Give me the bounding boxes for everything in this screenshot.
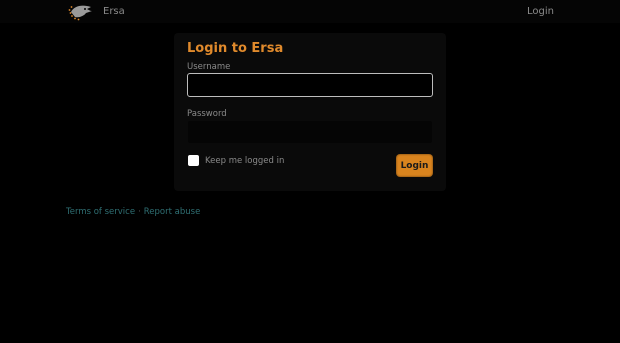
terms-of-service-link[interactable]: Terms of service bbox=[66, 207, 135, 217]
password-field[interactable] bbox=[187, 120, 433, 144]
top-navbar: Ersa Login bbox=[0, 0, 620, 23]
password-label: Password bbox=[187, 109, 227, 119]
report-abuse-link[interactable]: Report abuse bbox=[144, 207, 201, 217]
keep-logged-in-label[interactable]: Keep me logged in bbox=[205, 156, 284, 167]
bird-logo-icon[interactable] bbox=[67, 2, 93, 21]
login-card: Login to Ersa Username Password Keep me … bbox=[174, 33, 446, 191]
username-field[interactable] bbox=[187, 73, 433, 97]
keep-logged-in-checkbox[interactable] bbox=[188, 155, 199, 166]
brand-name[interactable]: Ersa bbox=[103, 5, 125, 18]
page-title: Login to Ersa bbox=[187, 41, 284, 56]
footer-links: Terms of service · Report abuse bbox=[66, 207, 200, 218]
login-button[interactable]: Login bbox=[396, 154, 433, 177]
footer-separator: · bbox=[138, 207, 141, 217]
nav-login-link[interactable]: Login bbox=[527, 5, 554, 18]
username-label: Username bbox=[187, 62, 231, 72]
